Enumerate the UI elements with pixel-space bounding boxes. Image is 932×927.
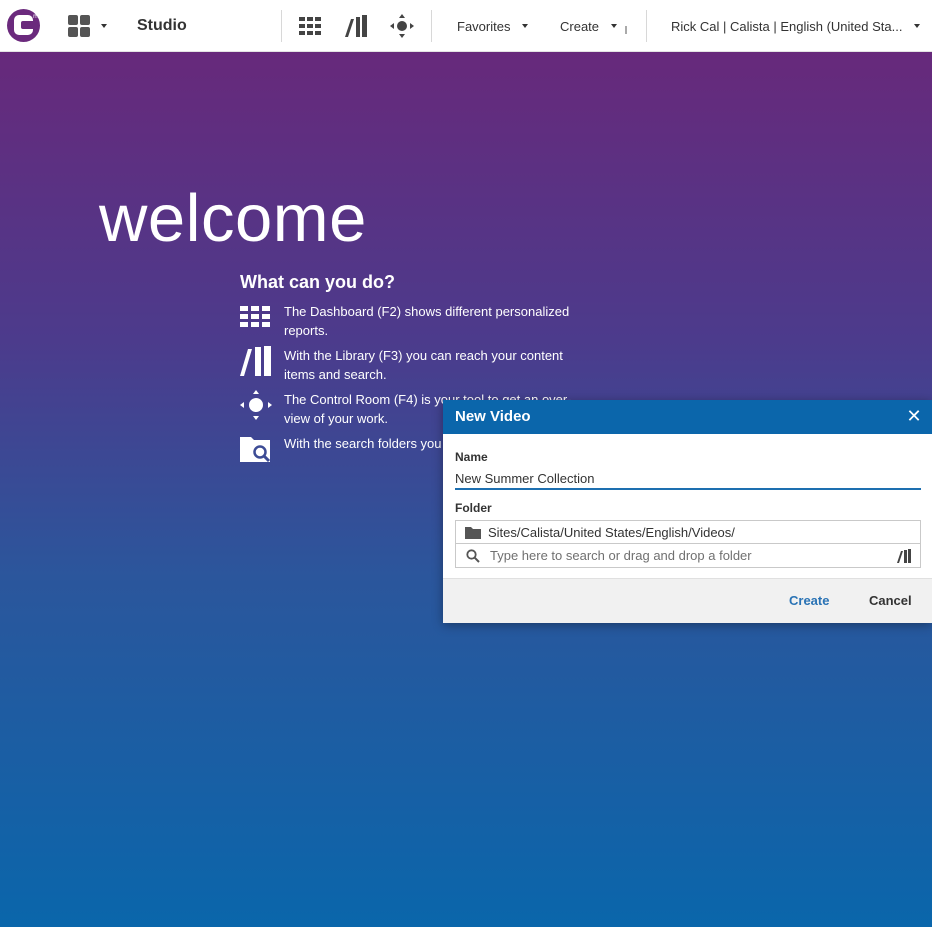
search-icon — [466, 549, 480, 563]
name-field[interactable] — [455, 468, 921, 490]
name-label: Name — [455, 450, 488, 464]
toolbar-mark — [625, 26, 627, 34]
welcome-title: welcome — [99, 181, 367, 256]
dialog-footer: Create Cancel — [443, 578, 932, 623]
create-button[interactable]: Create — [789, 593, 829, 608]
dashboard-grid-icon — [240, 306, 272, 336]
app-logo[interactable]: m — [7, 9, 40, 42]
toolbar-divider — [281, 10, 282, 42]
folder-path-text: Sites/Calista/United States/English/Vide… — [488, 525, 735, 540]
folder-search-box — [455, 543, 921, 568]
chevron-down-icon — [914, 24, 921, 28]
folder-icon — [465, 527, 481, 539]
control-room-icon[interactable] — [390, 14, 414, 38]
apps-switcher-icon[interactable] — [68, 15, 90, 37]
logo-m-mark: m — [33, 13, 39, 20]
chevron-down-icon — [611, 24, 618, 28]
cancel-button[interactable]: Cancel — [869, 593, 912, 608]
create-label: Create — [560, 18, 600, 34]
favorites-menu[interactable]: Favorites — [457, 0, 529, 52]
new-video-dialog: New Video ✕ Name Folder Sites/Calista/Un… — [443, 400, 932, 623]
dialog-header: New Video ✕ — [443, 400, 932, 434]
dialog-title: New Video — [455, 408, 531, 425]
tip-text: The Dashboard (F2) shows different perso… — [284, 304, 570, 338]
apps-switcher-dropdown[interactable] — [91, 0, 107, 52]
folder-search-input[interactable] — [490, 547, 890, 564]
create-menu[interactable]: Create — [560, 0, 618, 52]
what-can-you-do-heading: What can you do? — [240, 272, 395, 292]
user-label: Rick Cal | Calista | English (United Sta… — [671, 18, 903, 34]
chevron-down-icon — [522, 24, 529, 28]
search-folder-icon — [240, 434, 272, 464]
library-icon — [240, 346, 272, 376]
toolbar-divider — [646, 10, 647, 42]
close-icon[interactable]: ✕ — [904, 406, 924, 426]
logo-c-mark — [14, 15, 35, 35]
control-room-icon — [240, 390, 272, 420]
selected-folder[interactable]: Sites/Calista/United States/English/Vide… — [455, 520, 921, 544]
library-icon[interactable] — [345, 15, 369, 37]
app-title: Studio — [137, 17, 187, 34]
user-menu[interactable]: Rick Cal | Calista | English (United Sta… — [671, 0, 921, 52]
library-icon[interactable] — [897, 549, 912, 563]
toolbar-divider — [431, 10, 432, 42]
dashboard-grid-icon[interactable] — [299, 17, 321, 35]
tip-text: With the Library (F3) you can reach your… — [284, 348, 563, 382]
top-toolbar: m Studio Favorites Create Rick Cal | Cal… — [0, 0, 932, 52]
folder-label: Folder — [455, 501, 492, 515]
favorites-label: Favorites — [457, 18, 511, 34]
